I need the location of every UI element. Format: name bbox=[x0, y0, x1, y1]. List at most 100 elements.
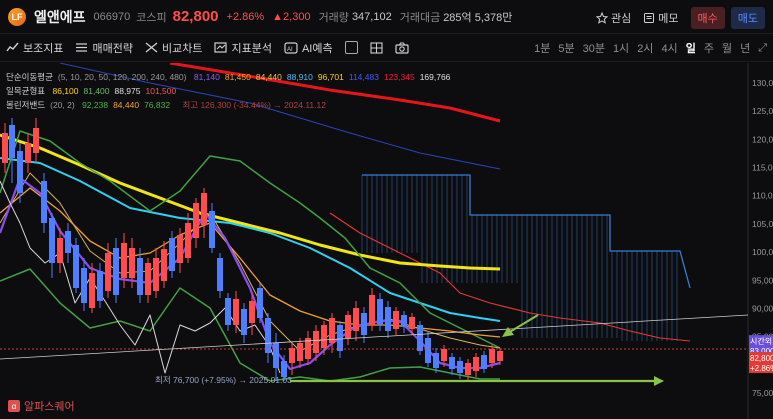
y-tick-label: 120,000 bbox=[752, 134, 773, 144]
timeframe-7[interactable]: 주 bbox=[704, 40, 714, 56]
candle-body bbox=[193, 203, 199, 238]
ichimoku-value-3: 101,500 bbox=[145, 86, 177, 96]
screenshot-button[interactable] bbox=[394, 42, 409, 54]
ma-values: 81,140 81,450 84,440 88,910 96,701 114,483 123… bbox=[194, 72, 456, 82]
ichimoku-title: 일목균형표 bbox=[6, 86, 46, 96]
candle-body bbox=[401, 315, 407, 327]
candle-body bbox=[65, 231, 71, 253]
y-tick-label: 75,000 bbox=[752, 388, 773, 398]
candle-body bbox=[2, 133, 8, 163]
grid-icon bbox=[370, 41, 383, 54]
candle-body bbox=[9, 125, 15, 158]
candle-body bbox=[17, 151, 23, 193]
high-annotation: 최고 126,300 (-34.44%) → 2024.11.12 bbox=[182, 100, 326, 110]
candle-body bbox=[169, 238, 175, 271]
candle-body bbox=[25, 143, 31, 163]
ma-50-line bbox=[0, 157, 501, 322]
grid-button[interactable] bbox=[370, 41, 383, 54]
candle-body bbox=[481, 355, 487, 369]
candle-body bbox=[289, 348, 295, 363]
candle-body bbox=[273, 343, 279, 368]
candle-body bbox=[313, 331, 319, 353]
candle-body bbox=[153, 258, 159, 291]
timeframe-selector: 1분 5분 30분 1시 2시 4시 일 주 월 년 ⤢ bbox=[534, 40, 767, 56]
timeframe-1[interactable]: 5분 bbox=[558, 40, 574, 56]
amount-value: 285억 5,378만 bbox=[443, 11, 513, 24]
candle-body bbox=[41, 181, 47, 223]
ichimoku-value-1: 81,400 bbox=[83, 86, 110, 96]
candle-body bbox=[105, 253, 111, 291]
chart-canvas[interactable]: 130,000 125,000 120,000 115,000 110,000 105,0… bbox=[0, 61, 773, 419]
ma-value-1: 81,450 bbox=[224, 72, 251, 82]
candle-body bbox=[361, 313, 367, 335]
y-tick-label: 125,000 bbox=[752, 106, 773, 116]
ma-title: 단순이동평균 bbox=[6, 72, 53, 82]
price-tag: 82,800 bbox=[750, 354, 773, 363]
timeframe-8[interactable]: 월 bbox=[722, 40, 732, 56]
candle-body bbox=[449, 357, 455, 369]
bollinger-title: 볼린저밴드 bbox=[6, 100, 46, 110]
y-tick-label: 110,000 bbox=[752, 191, 773, 201]
change-rate: +2.86% bbox=[226, 10, 265, 23]
camera-icon bbox=[394, 42, 409, 54]
star-icon bbox=[596, 12, 608, 24]
company-logo-icon: LF bbox=[8, 7, 26, 26]
timeframe-5[interactable]: 4시 bbox=[661, 40, 677, 56]
indicator-icon bbox=[6, 42, 19, 52]
timeframe-9[interactable]: 년 bbox=[740, 40, 750, 56]
change-amount: ▲2,300 bbox=[272, 10, 311, 23]
price-chart[interactable]: 130,000 125,000 120,000 115,000 110,000 105,0… bbox=[0, 61, 773, 419]
low-annotation: 최저 76,700 (+7.95%) → 2025.01.03 bbox=[155, 375, 292, 385]
compare-label: 비교차트 bbox=[161, 42, 203, 55]
memo-button[interactable]: 메모 bbox=[643, 10, 679, 26]
ichimoku-values: 86,100 81,400 88,975 101,500 bbox=[52, 86, 181, 96]
timeframe-3[interactable]: 1시 bbox=[613, 40, 629, 56]
y-tick-label: 105,000 bbox=[752, 219, 773, 229]
analysis-button[interactable]: 지표분석 bbox=[214, 40, 272, 56]
volume-value: 347,102 bbox=[351, 10, 392, 23]
candle-body bbox=[297, 343, 303, 361]
ichimoku-value-2: 88,975 bbox=[114, 86, 141, 96]
bollinger-params: (20, 2) bbox=[50, 100, 75, 110]
ma-value-0: 81,140 bbox=[193, 72, 220, 82]
sell-button[interactable]: 매도 bbox=[730, 7, 765, 29]
market-name: 코스피 bbox=[136, 11, 167, 24]
candle-body bbox=[321, 325, 327, 348]
ma-value-4: 96,701 bbox=[317, 72, 344, 82]
candle-body bbox=[409, 317, 415, 329]
ai-icon: AI bbox=[284, 41, 298, 54]
y-tick-label: 100,000 bbox=[752, 247, 773, 257]
candle-body bbox=[233, 299, 239, 325]
indicators-button[interactable]: 보조지표 bbox=[6, 40, 63, 56]
volume-label: 거래량 bbox=[318, 11, 349, 24]
candle-body bbox=[81, 268, 87, 303]
timeframe-6[interactable]: 일 bbox=[686, 40, 696, 56]
timeframe-0[interactable]: 1분 bbox=[534, 40, 550, 56]
analysis-label: 지표분석 bbox=[231, 42, 272, 55]
candle-body bbox=[225, 298, 231, 325]
candle-body bbox=[129, 248, 135, 278]
candle-body bbox=[137, 258, 143, 295]
y-tick-label: 115,000 bbox=[752, 163, 773, 173]
expand-icon[interactable]: ⤢ bbox=[758, 42, 767, 55]
strategy-button[interactable]: 매매전략 bbox=[75, 40, 133, 56]
amount-label: 거래대금 bbox=[399, 11, 441, 24]
candle-body bbox=[161, 249, 167, 281]
candle-body bbox=[145, 263, 151, 295]
candle-body bbox=[345, 315, 351, 338]
layout-toggle[interactable] bbox=[344, 41, 358, 54]
candle-body bbox=[57, 238, 63, 263]
candle-body bbox=[209, 211, 215, 248]
candle-body bbox=[97, 271, 103, 301]
strategy-label: 매매전략 bbox=[92, 42, 133, 55]
candle-body bbox=[417, 325, 423, 351]
timeframe-4[interactable]: 2시 bbox=[637, 40, 653, 56]
watermark-text: 알파스퀘어 bbox=[24, 401, 75, 413]
ai-predict-button[interactable]: AI AI예측 bbox=[284, 40, 333, 56]
compare-button[interactable]: 비교차트 bbox=[145, 40, 202, 56]
watch-button[interactable]: 관심 bbox=[596, 10, 631, 26]
chart-toolbar: 보조지표 매매전략 비교차트 지표분석 AI AI예측 1분 5분 30분 1시 2시 4… bbox=[0, 34, 773, 62]
buy-button[interactable]: 매수 bbox=[690, 7, 725, 29]
candle-body bbox=[385, 307, 391, 331]
timeframe-2[interactable]: 30분 bbox=[583, 40, 605, 56]
